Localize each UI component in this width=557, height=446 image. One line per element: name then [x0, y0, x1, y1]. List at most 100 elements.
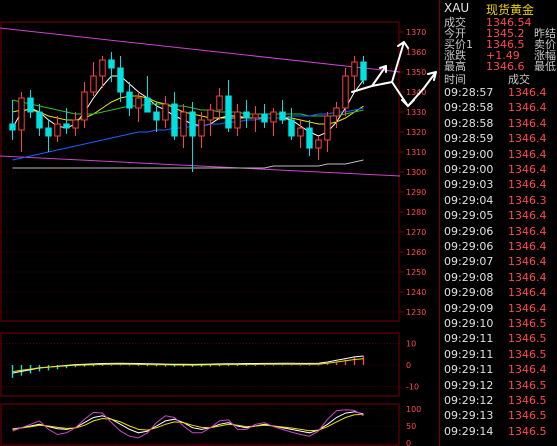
tick-row: 09:29:11 1346.5: [440, 331, 557, 346]
quote-panel: XAU 现货黄金 成交 1346.54 今开 1345.2 昨结 买价1 1346.5 卖价涨…: [440, 0, 557, 446]
tick-time: 09:29:11: [444, 332, 494, 346]
tick-time: 09:29:12: [444, 378, 494, 392]
candle-body: [207, 109, 214, 121]
tick-row: 09:29:00 1346.4: [440, 162, 557, 177]
tick-row: 09:29:06 1346.4: [440, 239, 557, 254]
tick-price: 1346.3: [508, 193, 547, 207]
candle-body: [162, 103, 169, 121]
tick-price: 1346.5: [508, 424, 547, 438]
tick-time: 09:29:12: [444, 394, 494, 407]
chart-area[interactable]: 1370136013501340133013201310130012901280…: [0, 0, 440, 446]
tick-time: 09:28:58: [444, 101, 494, 115]
tick-row: 09:29:11 1346.5: [440, 347, 557, 362]
candle-body: [324, 115, 331, 141]
candle-body: [99, 59, 106, 77]
tick-price: 1346.4: [508, 363, 547, 377]
tick-time: 09:29:08: [444, 270, 494, 284]
candle-body: [288, 119, 295, 137]
macd-y-tick-label: 10: [406, 340, 416, 349]
tick-row: 09:29:12 1346.5: [440, 378, 557, 393]
tick-time: 09:29:06: [444, 224, 494, 238]
y-tick-label: 1370: [406, 28, 426, 37]
tick-price: 1346.4: [508, 101, 547, 115]
tick-row: 09:29:08 1346.4: [440, 285, 557, 300]
y-tick-label: 1280: [406, 208, 426, 217]
tick-price: 1346.5: [508, 378, 547, 392]
trading-terminal: 1370 1360 1350 1340 1330 1320 1310 1300 1290 1280…: [0, 0, 557, 446]
tick-time: 09:29:08: [444, 286, 494, 300]
tick-time: 09:29:14: [444, 424, 494, 438]
candle-body: [351, 61, 358, 77]
y-tick-label: 1260: [406, 248, 426, 257]
tick-row: 09:29:14 1346.5: [440, 424, 557, 439]
candle-body: [279, 111, 286, 121]
tick-time: 09:29:11: [444, 347, 494, 361]
candle-body: [198, 119, 205, 137]
moving-average-line: [12, 99, 364, 117]
candle-body: [81, 91, 88, 121]
tick-price: 1346.4: [508, 178, 547, 192]
tick-time: 09:29:04: [444, 193, 494, 207]
y-tick-label: 1250: [406, 268, 426, 277]
panel-frame: [0, 21, 400, 322]
tick-row: 09:29:03 1346.4: [440, 177, 557, 192]
candle-body: [144, 97, 151, 113]
tick-row: 09:29:08 1346.4: [440, 270, 557, 285]
tick-row: 09:29:10 1346.5: [440, 316, 557, 331]
candle-body: [261, 113, 268, 123]
tick-time: 09:29:03: [444, 178, 494, 192]
candle-body: [18, 97, 25, 131]
tick-time: 09:28:58: [444, 116, 494, 130]
moving-average-line: [12, 159, 364, 169]
tick-price: 1346.4: [508, 209, 547, 223]
kdj-line: [12, 413, 364, 432]
y-tick-label: 1330: [406, 108, 426, 117]
tick-row: 09:29:11 1346.4: [440, 362, 557, 377]
tick-time: 09:29:10: [444, 317, 494, 330]
candle-body: [216, 95, 223, 111]
macd-y-tick-label: -10: [406, 382, 419, 391]
tick-row: 09:28:58 1346.4: [440, 100, 557, 115]
tick-row: 09:28:59 1346.4: [440, 131, 557, 146]
tick-price: 1346.4: [508, 86, 547, 99]
tick-row: 09:29:13 1346.5: [440, 408, 557, 423]
tick-price: 1346.4: [508, 286, 547, 300]
tick-row: 09:28:57 1346.4: [440, 85, 557, 100]
y-tick-label: 1360: [406, 48, 426, 57]
tick-price: 1346.4: [508, 163, 547, 176]
tick-row: 09:28:58 1346.4: [440, 116, 557, 131]
tick-row: 09:29:06 1346.4: [440, 224, 557, 239]
tick-row: 09:29:00 1346.4: [440, 147, 557, 162]
tick-time: 09:29:05: [444, 209, 494, 223]
y-tick-label: 1240: [406, 288, 426, 297]
candle-body: [270, 111, 277, 123]
tick-time: 09:29:06: [444, 240, 494, 253]
candle-body: [108, 59, 115, 69]
candle-body: [306, 127, 313, 149]
candle-body: [72, 119, 79, 129]
macd-y-tick-label: 0: [406, 361, 411, 370]
tick-price: 1346.4: [508, 132, 547, 146]
candle-body: [333, 107, 340, 117]
kdj-y-tick-label: 0: [406, 439, 411, 446]
candle-body: [234, 111, 241, 129]
candle-body: [126, 91, 133, 109]
y-tick-label: 1230: [406, 308, 426, 317]
tick-row: 09:29:07 1346.4: [440, 254, 557, 269]
candle-body: [135, 97, 142, 109]
tick-time: 09:28:59: [444, 132, 494, 146]
y-tick-label: 1320: [406, 128, 426, 137]
tick-price: 1346.4: [508, 240, 547, 253]
candle-body: [189, 111, 196, 137]
candle-body: [63, 123, 70, 129]
tick-time: 09:29:13: [444, 409, 494, 423]
y-tick-label: 1290: [406, 188, 426, 197]
channel-upper: [0, 27, 401, 73]
kdj-y-tick-label: 100: [406, 405, 421, 414]
tick-row: 09:29:09 1346.4: [440, 301, 557, 316]
candle-body: [342, 75, 349, 109]
tick-time: 09:29:07: [444, 255, 494, 269]
candle-body: [252, 113, 259, 119]
tick-row: 09:29:05 1346.4: [440, 208, 557, 223]
tick-time: 09:29:09: [444, 301, 494, 315]
